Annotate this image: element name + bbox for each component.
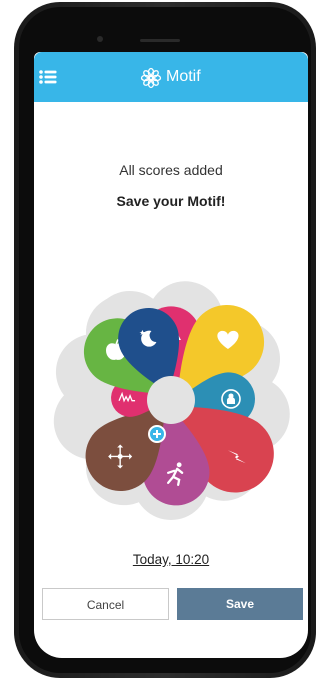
motif-flower-wheel <box>45 275 296 521</box>
app-screen: Motif All scores added Save your Motif! <box>34 52 308 658</box>
flower-logo-icon <box>140 67 162 89</box>
save-button[interactable]: Save <box>177 588 303 620</box>
status-text: All scores added <box>119 162 223 178</box>
app-header: Motif <box>34 52 308 102</box>
cancel-button[interactable]: Cancel <box>42 588 169 620</box>
earpiece-speaker <box>140 39 180 42</box>
hamburger-menu-icon[interactable] <box>38 67 58 87</box>
date-time-link[interactable]: Today, 10:20 <box>34 552 308 567</box>
front-camera <box>97 36 103 42</box>
wheel-center <box>147 376 195 424</box>
prompt-heading: Save your Motif! <box>116 193 226 209</box>
plus-circle-icon[interactable] <box>148 425 166 443</box>
app-title: Motif <box>166 68 201 85</box>
